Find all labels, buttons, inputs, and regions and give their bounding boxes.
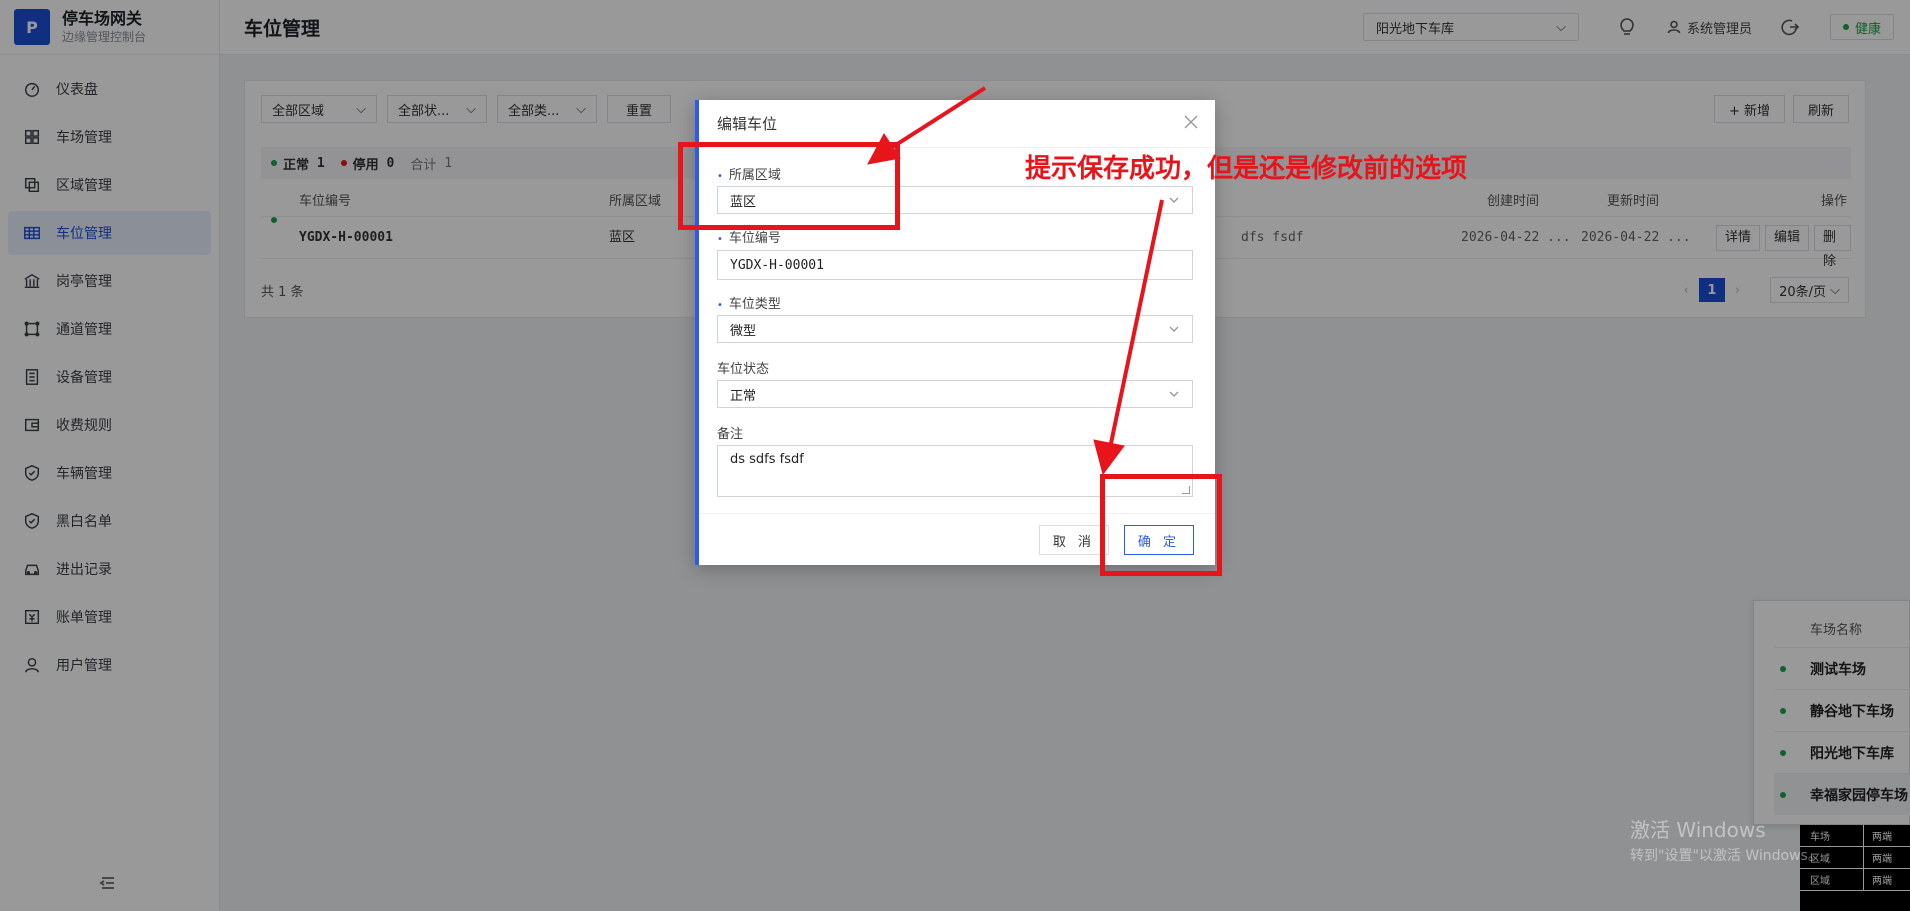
remark-field-label: 备注 [717,427,744,442]
type-select[interactable]: 微型 [717,315,1193,343]
windows-watermark: 激活 Windows 转到"设置"以激活 Windows。 [1630,814,1822,865]
status-select-value: 正常 [730,388,757,404]
watermark-line2: 转到"设置"以激活 Windows。 [1630,848,1822,864]
chevron-down-icon [1169,197,1179,203]
status-select[interactable]: 正常 [717,380,1193,408]
annotation-text: 提示保存成功，但是还是修改前的选项 [1025,154,1468,184]
watermark-line1: 激活 Windows [1630,818,1766,842]
type-select-value: 微型 [730,323,757,339]
annotation-box-area [678,142,900,230]
status-field-label: 车位状态 [717,362,770,377]
code-input[interactable]: YGDX-H-00001 [717,250,1193,280]
remark-value: ds sdfs fsdf [730,452,804,467]
chevron-down-icon [1169,326,1179,332]
dialog-title: 编辑车位 [699,100,1215,148]
cancel-button[interactable]: 取 消 [1039,525,1109,555]
close-icon[interactable] [1183,114,1199,130]
chevron-down-icon [1169,391,1179,397]
type-field-label: • 车位类型 [717,297,781,312]
code-input-value: YGDX-H-00001 [730,257,824,273]
annotation-box-confirm [1100,474,1222,576]
